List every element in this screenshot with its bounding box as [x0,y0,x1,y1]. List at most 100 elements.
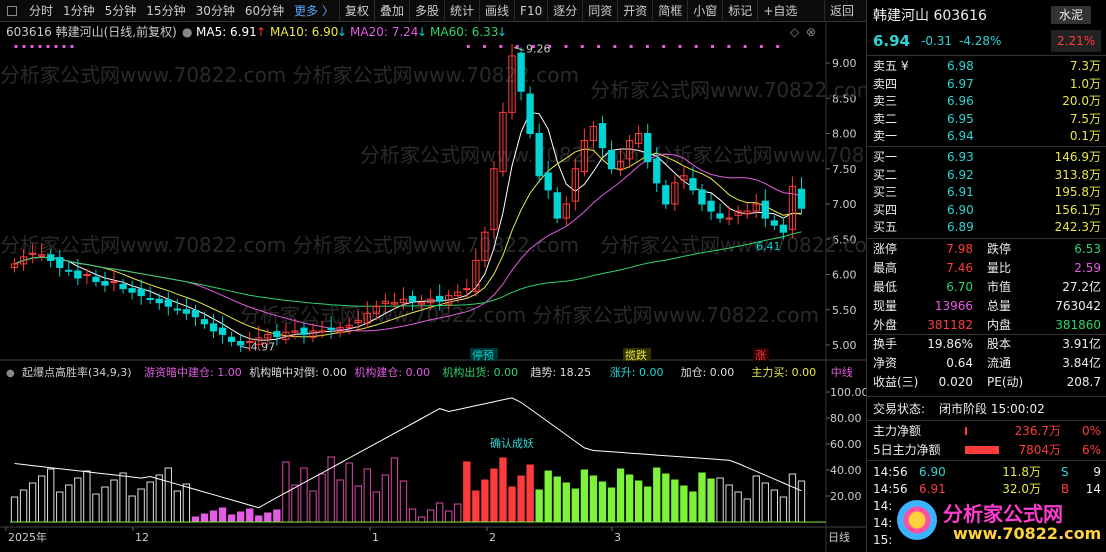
indicator-bar [92,493,100,523]
toolbar-item-12[interactable]: F10 [514,0,547,22]
signal-dot [743,45,747,48]
date-label-3: 2 [489,531,496,544]
indicator-bar [553,476,561,523]
toolbar-item-17[interactable]: 小窗 [687,0,722,22]
indicator-bar [227,514,236,523]
flow-row-0: 主力净额 236.7万 0% [867,422,1106,440]
divider [867,238,1106,239]
toolbar-item-6[interactable]: 更多 〉 [289,0,339,22]
ma20-label: MA20: 7.24 [350,25,418,39]
ask-vol-2: 20.0万 [1062,94,1101,109]
indicator-bar [209,510,218,523]
toolbar-item-7[interactable]: 复权 [338,0,374,22]
date-label-1: 12 [135,531,149,544]
toolbar-item-9[interactable]: 多股 [409,0,444,22]
indicator-bar [282,461,290,523]
indicator-bar [37,475,46,523]
indicator-bar [128,495,136,523]
indicator-bar [463,461,471,523]
kline-chart-area[interactable]: 603616 韩建河山(日线,前复权) ● MA5: 6.91 ↑ MA10: 6.90… [0,22,866,552]
ind-y-tick-label: 20.00 [830,490,862,503]
candle-body [273,331,281,338]
candle-body [209,323,218,332]
stat-row-3: 现量 13966 总量 763042 [867,297,1106,315]
indicator-bar [173,490,182,523]
signal-dot [14,45,18,48]
bid-row-3: 买四 6.90 156.1万 [867,201,1106,219]
flow-amount-0: 236.7万 [1014,424,1061,438]
indicator-name: 起爆点高胜率(34,9,3) [22,365,132,379]
stat-label: 净资 [873,356,898,370]
indicator-bar [264,512,272,523]
bid-price-2: 6.91 [947,185,974,200]
ma60-arrow: ↓ [497,25,507,39]
toolbar-item-2[interactable]: 5分钟 [100,0,142,22]
toolbar-item-20[interactable]: 返回 [823,0,866,22]
bid-row-0: 买一 6.93 146.9万 [867,148,1106,166]
stat-label: 市值 [987,280,1012,294]
toolbar-item-15[interactable]: 开资 [617,0,652,22]
candle-body [92,276,100,283]
candle-body [644,133,652,163]
toolbar-item-3[interactable]: 15分钟 [141,0,190,22]
stat-value: 7.98 [946,242,973,256]
price-change: -0.31 [921,34,953,48]
flow-label-1: 5日主力净额 [873,443,941,457]
toolbar-item-4[interactable]: 30分钟 [191,0,240,22]
ask-price-4: 6.94 [947,129,974,144]
candle-body [56,257,64,268]
candle-body [155,298,163,304]
indicator-item-5: 涨升: 0.00 [610,366,664,379]
candle-body [653,158,661,184]
watermark-text: 分析家公式网www.70822.com 分析家公式网www.70822.com [0,63,579,87]
toolbar-item-13[interactable]: 逐分 [547,0,582,22]
candle-body [300,327,308,335]
candle-body [182,309,191,314]
signal-dot [597,45,601,48]
toolbar-item-5[interactable]: 60分钟 [240,0,289,22]
flow-pct-0: 0% [1081,424,1101,438]
toolbar-item-0[interactable]: 分时 [24,0,58,22]
toolbar-item-11[interactable]: 画线 [479,0,514,22]
ask-vol-4: 0.1万 [1069,129,1101,144]
bid-price-1: 6.92 [947,167,974,182]
ask-vol-1: 1.0万 [1069,76,1101,91]
toolbar-item-19[interactable]: +自选 [757,0,802,22]
stat-row-7: 收益(三) 0.020 PE(动) 208.7 [867,373,1106,391]
flow-bar [965,446,999,454]
indicator-bar [499,457,507,523]
toolbar-item-10[interactable]: 统计 [444,0,479,22]
toolbar-item-16[interactable]: 简框 [652,0,687,22]
signal-dot [711,45,715,48]
current-price: 6.94 [873,32,911,50]
signal-dot [38,45,42,48]
industry-badge: 水泥 [1051,6,1092,24]
indicator-bar [246,508,254,523]
bid-price-0: 6.93 [947,150,974,164]
toolbar-item-8[interactable]: 叠加 [373,0,409,22]
indicator-bar [119,472,127,523]
tick-row-0: 14:56 6.90 11.8万 S 9 [867,463,1106,481]
logo-title: 分析家公式网 [943,502,1063,526]
indicator-item-1: 机构暗中对倒: 0.00 [249,365,347,379]
ask-price-3: 6.95 [947,111,974,126]
kline-chart[interactable]: 603616 韩建河山(日线,前复权) ● MA5: 6.91 ↑ MA10: 6.90… [0,22,866,552]
candle-body [408,295,417,302]
toolbar-item-14[interactable]: 同资 [582,0,617,22]
indicator-bar [481,479,489,523]
ma20-arrow: ↓ [417,25,427,39]
divider [867,420,1106,421]
bid-row-1: 买二 6.92 313.8万 [867,166,1106,184]
toolbar-item-1[interactable]: 1分钟 [58,0,100,22]
indicator-bar [19,489,28,523]
indicator-item-2: 机构建仓: 0.00 [354,365,430,379]
stat-label: 内盘 [987,318,1012,332]
indicator-bar [770,489,779,523]
toolbar-item-18[interactable]: 标记 [722,0,757,22]
indicator-item-6: 加仓: 0.00 [681,365,735,379]
indicator-bar [662,473,670,523]
period-label: 日线 [828,530,850,544]
menu-icon[interactable] [0,0,24,22]
stat-label: 量比 [987,261,1012,275]
candle-body [146,297,154,300]
